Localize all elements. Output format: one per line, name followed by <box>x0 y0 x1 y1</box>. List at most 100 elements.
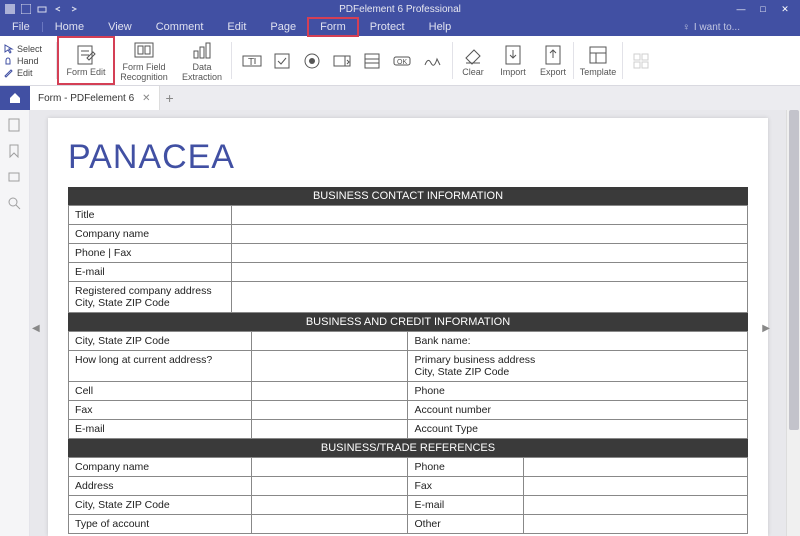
bulb-icon: ♀ <box>682 22 690 33</box>
field-value[interactable] <box>252 332 408 351</box>
eraser-icon <box>462 44 484 66</box>
combobox-tool[interactable] <box>330 49 354 73</box>
attachments-icon[interactable] <box>7 170 23 186</box>
menu-protect[interactable]: Protect <box>358 18 417 36</box>
maximize-button[interactable]: □ <box>756 4 770 15</box>
field-label: Primary business address City, State ZIP… <box>408 351 748 382</box>
listbox-tool[interactable] <box>360 49 384 73</box>
field-value[interactable] <box>523 496 747 515</box>
new-tab-button[interactable]: + <box>160 88 180 108</box>
form-edit-button[interactable]: Form Edit <box>57 36 115 85</box>
checkbox-tool[interactable] <box>270 49 294 73</box>
field-label: Fax <box>69 401 252 420</box>
field-value[interactable] <box>252 351 408 382</box>
form-field-recog-icon <box>133 39 155 61</box>
search-icon[interactable] <box>7 196 23 212</box>
tab-label: Form - PDFelement 6 <box>38 93 134 104</box>
edit-label: Edit <box>17 68 33 78</box>
field-label: Phone <box>408 458 523 477</box>
field-value[interactable] <box>523 515 747 534</box>
form-edit-icon <box>75 44 97 66</box>
menu-comment[interactable]: Comment <box>144 18 216 36</box>
menu-file[interactable]: File <box>0 18 42 36</box>
field-label: Account number <box>408 401 748 420</box>
field-value[interactable] <box>252 420 408 439</box>
menu-form[interactable]: Form <box>308 18 358 36</box>
hand-tool[interactable]: Hand <box>4 56 56 66</box>
close-button[interactable]: ✕ <box>778 4 792 15</box>
field-value[interactable] <box>252 477 408 496</box>
section-header-1: BUSINESS CONTACT INFORMATION <box>68 187 748 205</box>
vertical-scrollbar[interactable] <box>786 110 800 536</box>
form-table-2: City, State ZIP CodeBank name: How long … <box>68 331 748 439</box>
export-button[interactable]: Export <box>533 36 573 85</box>
scrollbar-thumb[interactable] <box>789 110 799 430</box>
import-label: Import <box>500 68 526 78</box>
tab-close-icon[interactable]: ✕ <box>142 93 150 104</box>
menu-help[interactable]: Help <box>417 18 464 36</box>
field-value[interactable] <box>252 496 408 515</box>
field-label: Other <box>408 515 523 534</box>
field-value[interactable] <box>523 477 747 496</box>
form-field-recognition-button[interactable]: Form Field Recognition <box>115 36 173 85</box>
clear-button[interactable]: Clear <box>453 36 493 85</box>
field-label: Account Type <box>408 420 748 439</box>
edit-tool[interactable]: Edit <box>4 68 56 78</box>
menu-edit[interactable]: Edit <box>215 18 258 36</box>
minimize-button[interactable]: ― <box>734 4 748 15</box>
menu-home[interactable]: Home <box>43 18 96 36</box>
template-button[interactable]: Template <box>574 36 622 85</box>
field-label: Fax <box>408 477 523 496</box>
field-label: Phone <box>408 382 748 401</box>
prev-page-arrow[interactable]: ◀ <box>32 323 40 334</box>
import-button[interactable]: Import <box>493 36 533 85</box>
print-icon[interactable] <box>36 3 48 15</box>
select-tool[interactable]: Select <box>4 44 56 54</box>
undo-icon[interactable] <box>52 3 64 15</box>
export-icon <box>542 44 564 66</box>
section-header-3: BUSINESS/TRADE REFERENCES <box>68 439 748 457</box>
export-label: Export <box>540 68 566 78</box>
bookmarks-icon[interactable] <box>7 144 23 160</box>
field-label: City, State ZIP Code <box>69 496 252 515</box>
field-value[interactable] <box>252 515 408 534</box>
save-icon[interactable] <box>20 3 32 15</box>
next-page-arrow[interactable]: ▶ <box>762 323 770 334</box>
document-logo: PANACEA <box>68 138 748 177</box>
section-header-2: BUSINESS AND CREDIT INFORMATION <box>68 313 748 331</box>
menu-view[interactable]: View <box>96 18 144 36</box>
field-value[interactable] <box>231 282 747 313</box>
import-icon <box>502 44 524 66</box>
field-value[interactable] <box>252 401 408 420</box>
field-value[interactable] <box>523 458 747 477</box>
field-value[interactable] <box>231 263 747 282</box>
button-tool[interactable]: OK <box>390 49 414 73</box>
thumbnails-icon[interactable] <box>7 118 23 134</box>
field-value[interactable] <box>252 458 408 477</box>
redo-icon[interactable] <box>68 3 80 15</box>
field-label: City, State ZIP Code <box>69 332 252 351</box>
template-label: Template <box>580 68 617 78</box>
field-label: Company name <box>69 458 252 477</box>
form-table-1: Title Company name Phone | Fax E-mail Re… <box>68 205 748 313</box>
i-want-to[interactable]: ♀ I want to... <box>682 22 800 33</box>
field-label: E-mail <box>408 496 523 515</box>
radio-tool[interactable] <box>300 49 324 73</box>
signature-tool[interactable] <box>420 49 444 73</box>
field-value[interactable] <box>231 244 747 263</box>
select-label: Select <box>17 44 42 54</box>
home-tab-button[interactable] <box>0 86 30 110</box>
more-button[interactable] <box>623 36 659 85</box>
field-label: Title <box>69 206 232 225</box>
field-value[interactable] <box>252 382 408 401</box>
document-tab[interactable]: Form - PDFelement 6 ✕ <box>30 86 160 110</box>
field-label: Cell <box>69 382 252 401</box>
text-field-tool[interactable]: T <box>240 49 264 73</box>
field-value[interactable] <box>231 206 747 225</box>
data-extraction-button[interactable]: Data Extraction <box>173 36 231 85</box>
form-field-recog-label: Form Field Recognition <box>120 63 168 83</box>
menu-page[interactable]: Page <box>258 18 308 36</box>
field-value[interactable] <box>231 225 747 244</box>
pdf-page: PANACEA BUSINESS CONTACT INFORMATION Tit… <box>48 118 768 536</box>
i-want-to-label: I want to... <box>694 22 740 33</box>
